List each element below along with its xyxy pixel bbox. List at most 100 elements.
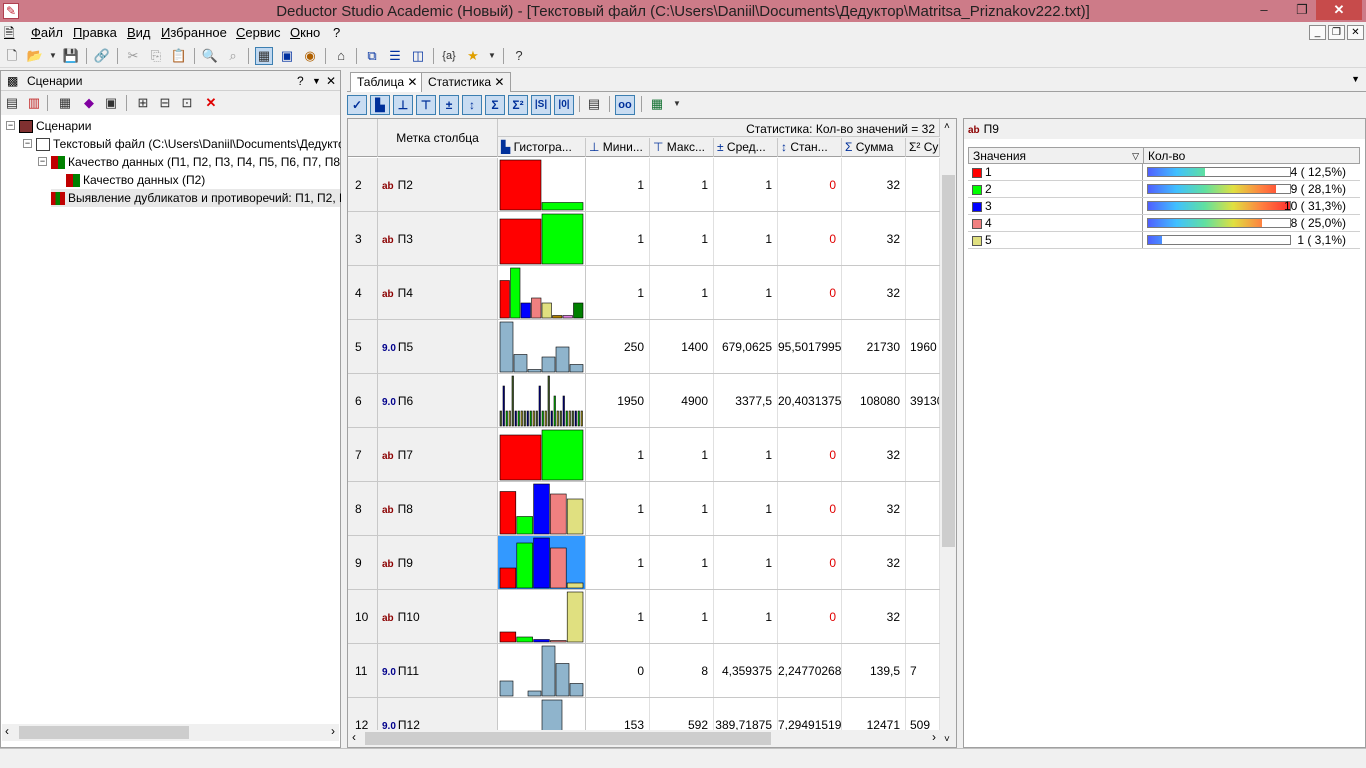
table-row[interactable]: 9 ab П9 1 1 1 0 32 (348, 536, 940, 590)
tree-collapse-icon[interactable]: − (38, 157, 47, 166)
minimize-button[interactable]: ‒ (1250, 0, 1278, 20)
histogram-cell[interactable] (498, 590, 586, 643)
distribution-row[interactable]: 4 8 ( 25,0%) (968, 215, 1360, 232)
tree-level-icon[interactable]: ⊡ (178, 94, 196, 112)
cut-icon[interactable]: ✂ (124, 47, 142, 65)
tree-move-up-icon[interactable]: ⊞ (134, 94, 152, 112)
max-icon[interactable]: ⊤ (416, 95, 436, 115)
distribution-row[interactable]: 2 9 ( 28,1%) (968, 181, 1360, 198)
scripts-panel-icon[interactable]: ▦ (255, 47, 273, 65)
histogram-cell[interactable] (498, 644, 586, 697)
tabs-dropdown-icon[interactable]: ▼ (1351, 74, 1360, 84)
favorites-dropdown-icon[interactable]: ▼ (483, 47, 501, 65)
favorites-star-icon[interactable]: ★ (464, 47, 482, 65)
grid-hscroll-thumb[interactable] (365, 732, 771, 745)
process-icon[interactable]: ◉ (301, 47, 319, 65)
grid-vertical-scrollbar[interactable]: ˄ ˅ (940, 119, 956, 747)
menu-help[interactable]: ? (333, 25, 340, 40)
scroll-up-icon[interactable]: ˄ (944, 121, 950, 132)
unique-icon[interactable]: |S| (531, 95, 551, 115)
tree-horizontal-scrollbar[interactable]: ‹ › (2, 724, 339, 741)
delete-icon[interactable]: ✕ (202, 94, 220, 112)
mdi-minimize-button[interactable]: _ (1309, 25, 1326, 40)
table-row[interactable]: 4 ab П4 1 1 1 0 32 (348, 266, 940, 320)
table-row[interactable]: 6 9.0 П6 1950 4900 3377,5 20,4031375 108080 3913… (348, 374, 940, 428)
menu-favorites[interactable]: Избранное (161, 25, 227, 40)
menu-window[interactable]: Окно (290, 25, 320, 40)
tree-node-root[interactable]: Сценарии (19, 117, 91, 135)
check-icon[interactable]: ✓ (347, 95, 367, 115)
tab-close-icon[interactable]: ✕ (407, 75, 417, 89)
menu-edit[interactable]: Правка (73, 25, 117, 40)
close-button[interactable]: ✕ (1316, 0, 1362, 20)
panel-close-button[interactable]: ✕ (326, 74, 336, 88)
col-values-header[interactable]: Значения ▽ (969, 148, 1144, 163)
scroll-right-icon[interactable]: › (932, 730, 936, 744)
menu-service[interactable]: Сервис (236, 25, 281, 40)
wizard-visualize-icon[interactable]: ▥ (25, 94, 43, 112)
table-row[interactable]: 7 ab П7 1 1 1 0 32 (348, 428, 940, 482)
wizard-mining-icon[interactable]: ◆ (80, 94, 98, 112)
col-max[interactable]: ⊤ Макс... (650, 138, 714, 157)
home-icon[interactable]: ⌂ (332, 47, 350, 65)
scroll-left-icon[interactable]: ‹ (352, 730, 356, 744)
histogram-cell[interactable] (498, 158, 586, 211)
std-icon[interactable]: ↕ (462, 95, 482, 115)
histogram-cell[interactable] (498, 266, 586, 319)
copy-icon[interactable]: ⎘ (147, 47, 165, 65)
panel-menu-button[interactable]: ▼ (312, 76, 321, 86)
mdi-close-button[interactable]: ✕ (1347, 25, 1364, 40)
distribution-row[interactable]: 5 1 ( 3,1%) (968, 232, 1360, 249)
wizard-export-icon[interactable]: ▣ (102, 94, 120, 112)
table-row[interactable]: 2 ab П2 1 1 1 0 32 (348, 158, 940, 212)
tab-statistics[interactable]: Статистика ✕ (421, 72, 512, 92)
histogram-cell[interactable] (498, 428, 586, 481)
histogram-cell[interactable] (498, 482, 586, 535)
filter-icon[interactable]: ▽ (1132, 148, 1139, 164)
sum-icon[interactable]: Σ (485, 95, 505, 115)
col-count-header[interactable]: Кол-во (1144, 148, 1361, 163)
table-row[interactable]: 10 ab П10 1 1 1 0 32 (348, 590, 940, 644)
table-row[interactable]: 5 9.0 П5 250 1400 679,0625 95,5017995 21730 1960 (348, 320, 940, 374)
save-icon[interactable]: 💾 (62, 47, 80, 65)
histogram-cell[interactable] (498, 212, 586, 265)
find-icon[interactable]: 🔍 (201, 47, 219, 65)
paste-icon[interactable]: 📋 (170, 47, 188, 65)
maximize-button[interactable]: ❐ (1288, 0, 1316, 20)
column-label-header[interactable]: Метка столбца (378, 119, 498, 157)
export-excel-icon[interactable]: ▦ (648, 95, 666, 113)
distribution-row[interactable]: 3 10 ( 31,3%) (968, 198, 1360, 215)
export-dropdown-icon[interactable]: ▼ (668, 95, 686, 113)
variables-icon[interactable]: {a} (440, 47, 458, 65)
tile-horizontal-icon[interactable]: ☰ (386, 47, 404, 65)
tree-node-data-quality-p2[interactable]: Качество данных (П2) (66, 171, 205, 189)
grid-horizontal-scrollbar[interactable]: ‹ › (348, 730, 940, 747)
menu-file[interactable]: Файл (31, 25, 63, 40)
histogram-cell[interactable] (498, 374, 586, 427)
min-icon[interactable]: ⊥ (393, 95, 413, 115)
scroll-down-icon[interactable]: ˅ (944, 734, 950, 745)
empty-icon[interactable]: |0| (554, 95, 574, 115)
open-folder-icon[interactable]: 📂 (26, 47, 44, 65)
view-glasses-icon[interactable]: oo (615, 95, 635, 115)
cascade-icon[interactable]: ⧉ (363, 47, 381, 65)
histogram-icon[interactable]: ▙ (370, 95, 390, 115)
sum-squares-icon[interactable]: Σ² (508, 95, 528, 115)
panel-help-button[interactable]: ? (297, 74, 304, 88)
find-next-icon[interactable]: ⌕ (224, 47, 242, 65)
col-mean[interactable]: ± Сред... (714, 138, 778, 157)
mdi-restore-button[interactable]: ❐ (1328, 25, 1345, 40)
col-histogram[interactable]: ▙ Гистогра... (498, 138, 586, 157)
col-min[interactable]: ⊥ Мини... (586, 138, 650, 157)
tab-close-icon[interactable]: ✕ (494, 75, 504, 89)
wizard-process-icon[interactable]: ▦ (56, 94, 74, 112)
col-sum[interactable]: Σ Сумма (842, 138, 906, 157)
tree-collapse-icon[interactable]: − (6, 121, 15, 130)
scroll-right-icon[interactable]: › (331, 724, 335, 738)
settings-icon[interactable]: ▤ (585, 95, 603, 113)
tile-vertical-icon[interactable]: ◫ (409, 47, 427, 65)
distribution-row[interactable]: 1 4 ( 12,5%) (968, 164, 1360, 181)
table-row[interactable]: 8 ab П8 1 1 1 0 32 (348, 482, 940, 536)
col-sum-squares[interactable]: Σ² Су (906, 138, 940, 157)
notes-icon[interactable]: ▣ (278, 47, 296, 65)
